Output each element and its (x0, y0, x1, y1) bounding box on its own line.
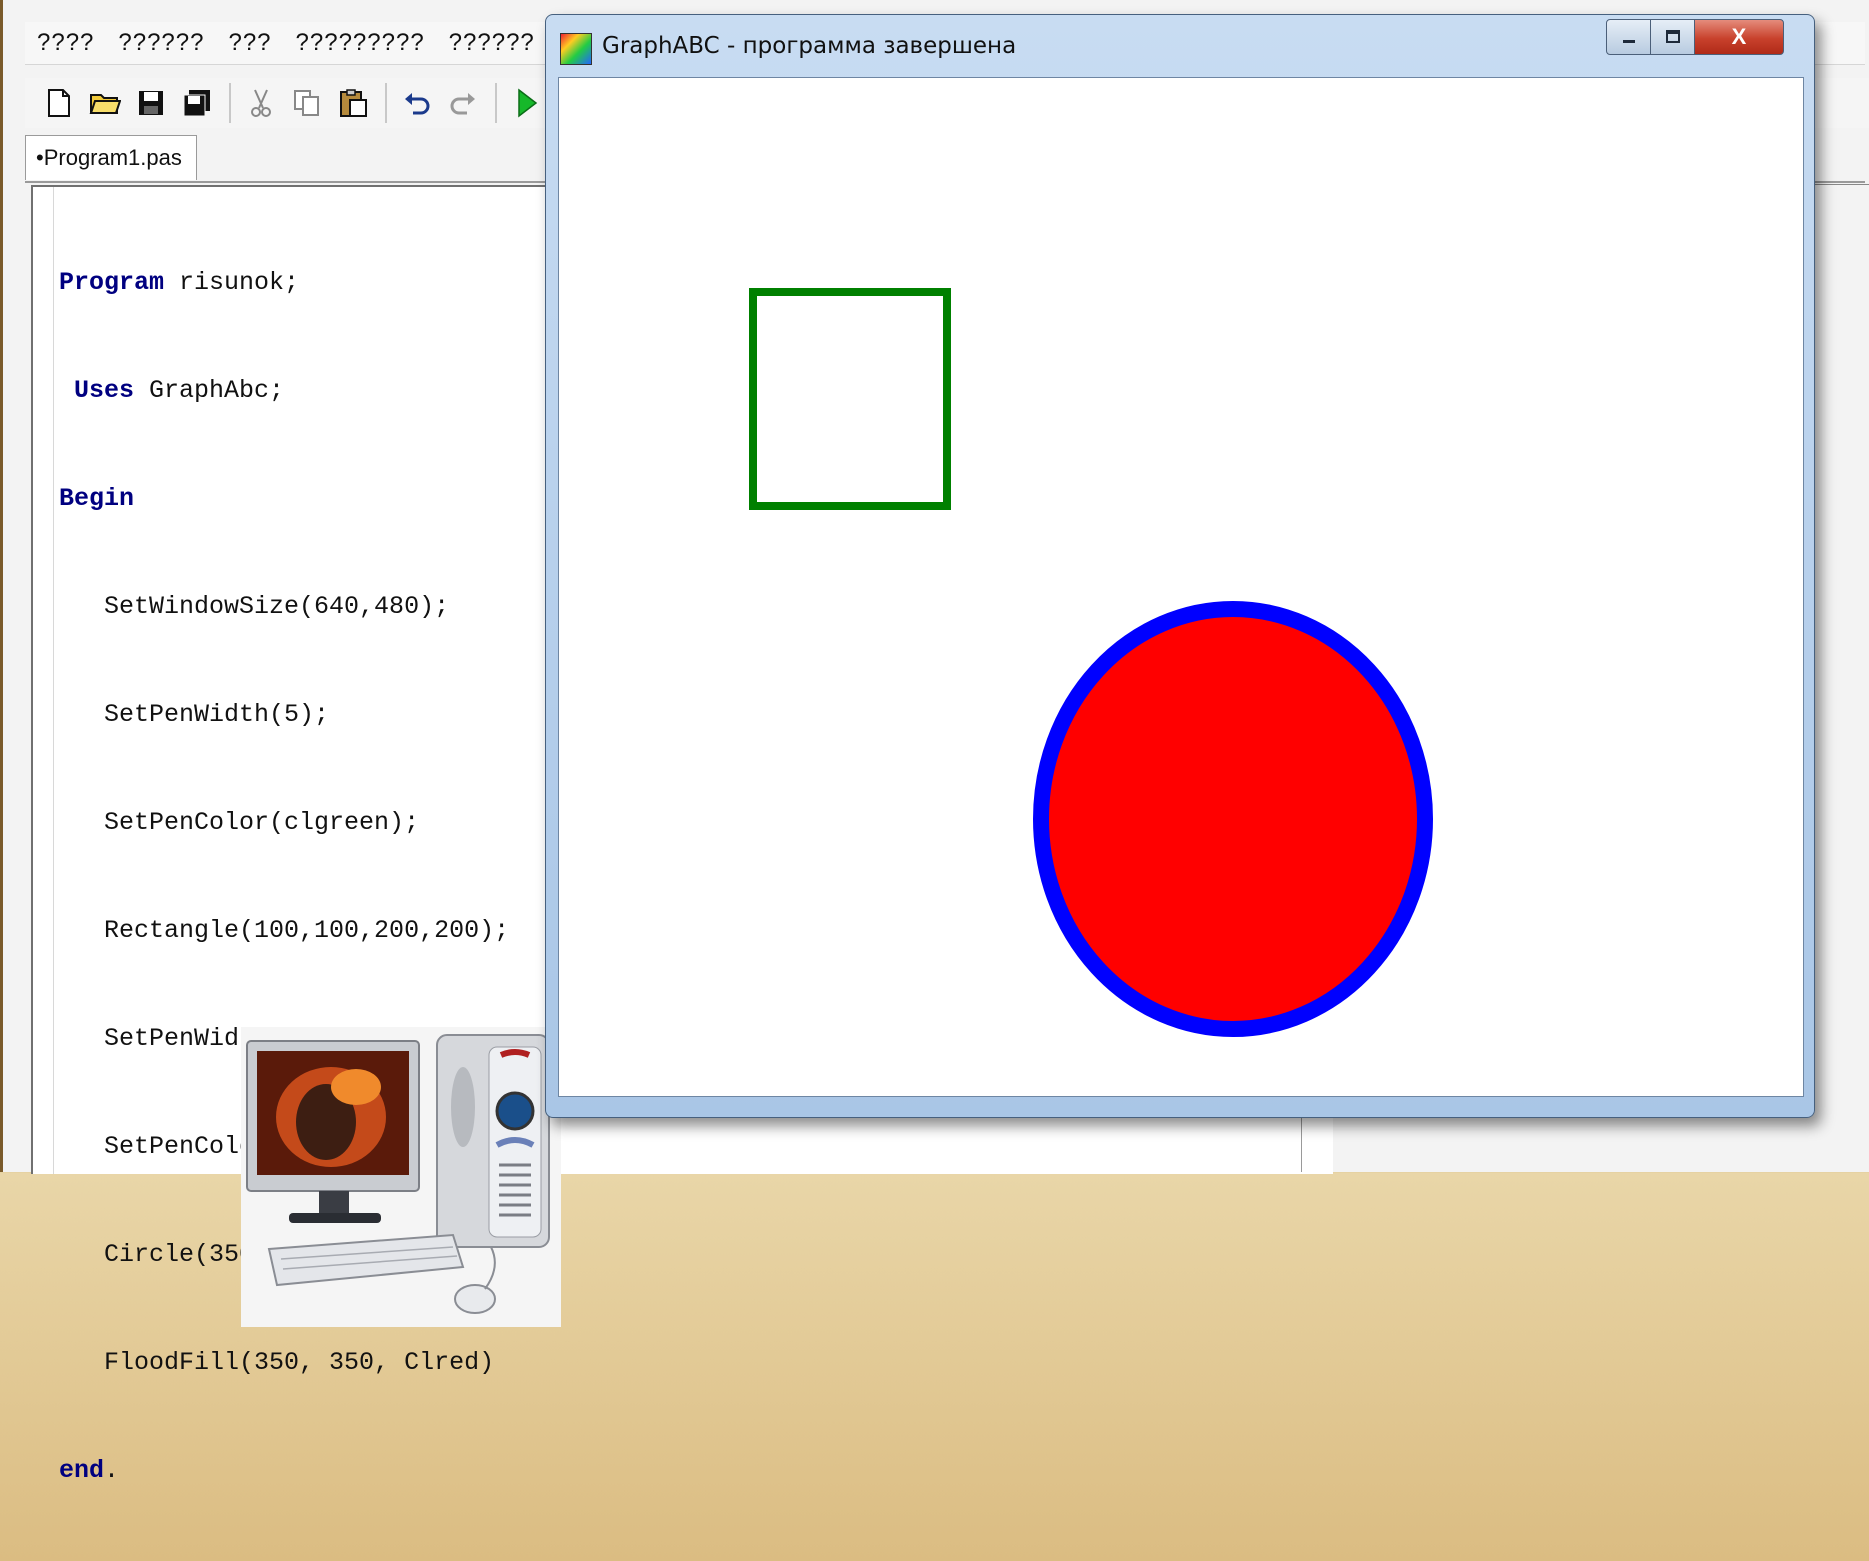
code-line: Rectangle(100,100,200,200); (104, 916, 510, 945)
minimize-button[interactable] (1606, 19, 1652, 55)
code-line: FloodFill(350, 350, Clred) (104, 1348, 495, 1377)
new-file-icon[interactable] (39, 83, 79, 123)
window-title: GraphABC - программа завершена (602, 33, 1017, 59)
toolbar-separator (229, 83, 231, 123)
pane-divider (1301, 1110, 1302, 1172)
code-line: SetPenWidth(5); (104, 700, 330, 729)
menu-item-3[interactable]: ??? (216, 22, 283, 64)
minimize-icon (1623, 40, 1635, 43)
close-button[interactable]: X (1694, 19, 1784, 55)
open-folder-icon[interactable] (85, 83, 125, 123)
menu-item-2[interactable]: ?????? (106, 22, 216, 64)
close-icon: X (1731, 24, 1747, 49)
menu-item-5[interactable]: ?????? (437, 22, 547, 64)
run-icon[interactable] (507, 83, 547, 123)
paste-icon[interactable] (333, 83, 373, 123)
drawing-canvas[interactable] (558, 77, 1804, 1097)
green-rectangle (749, 288, 951, 510)
save-all-icon[interactable] (177, 83, 217, 123)
code-line: Program risunok; (59, 268, 300, 297)
tab-program1[interactable]: •Program1.pas (25, 135, 197, 180)
code-line: SetPenColor(clgreen); (104, 808, 420, 837)
window-titlebar[interactable]: GraphABC - программа завершена X (546, 15, 1814, 75)
editor-gutter (33, 187, 54, 1174)
computer-clipart-image (241, 1027, 561, 1327)
undo-icon[interactable] (397, 83, 437, 123)
graphabc-app-icon (560, 33, 592, 65)
code-text[interactable]: Program risunok; Uses GraphAbc; Begin Se… (59, 193, 509, 1561)
menu-item-4[interactable]: ????????? (284, 22, 437, 64)
save-icon[interactable] (131, 83, 171, 123)
menu-item-1[interactable]: ???? (25, 22, 106, 64)
cut-icon[interactable] (241, 83, 281, 123)
maximize-icon (1666, 30, 1680, 43)
toolbar-separator (495, 83, 497, 123)
toolbar-separator (385, 83, 387, 123)
graphics-output (749, 288, 1433, 1037)
code-line: Begin (59, 484, 135, 513)
red-filled-blue-circle (1033, 601, 1433, 1037)
graphabc-window: GraphABC - программа завершена X (545, 14, 1815, 1118)
code-line: end. (59, 1456, 120, 1485)
code-line: Uses GraphAbc; (74, 376, 285, 405)
code-line: SetWindowSize(640,480); (104, 592, 450, 621)
redo-icon[interactable] (443, 83, 483, 123)
maximize-button[interactable] (1650, 19, 1696, 55)
copy-icon[interactable] (287, 83, 327, 123)
